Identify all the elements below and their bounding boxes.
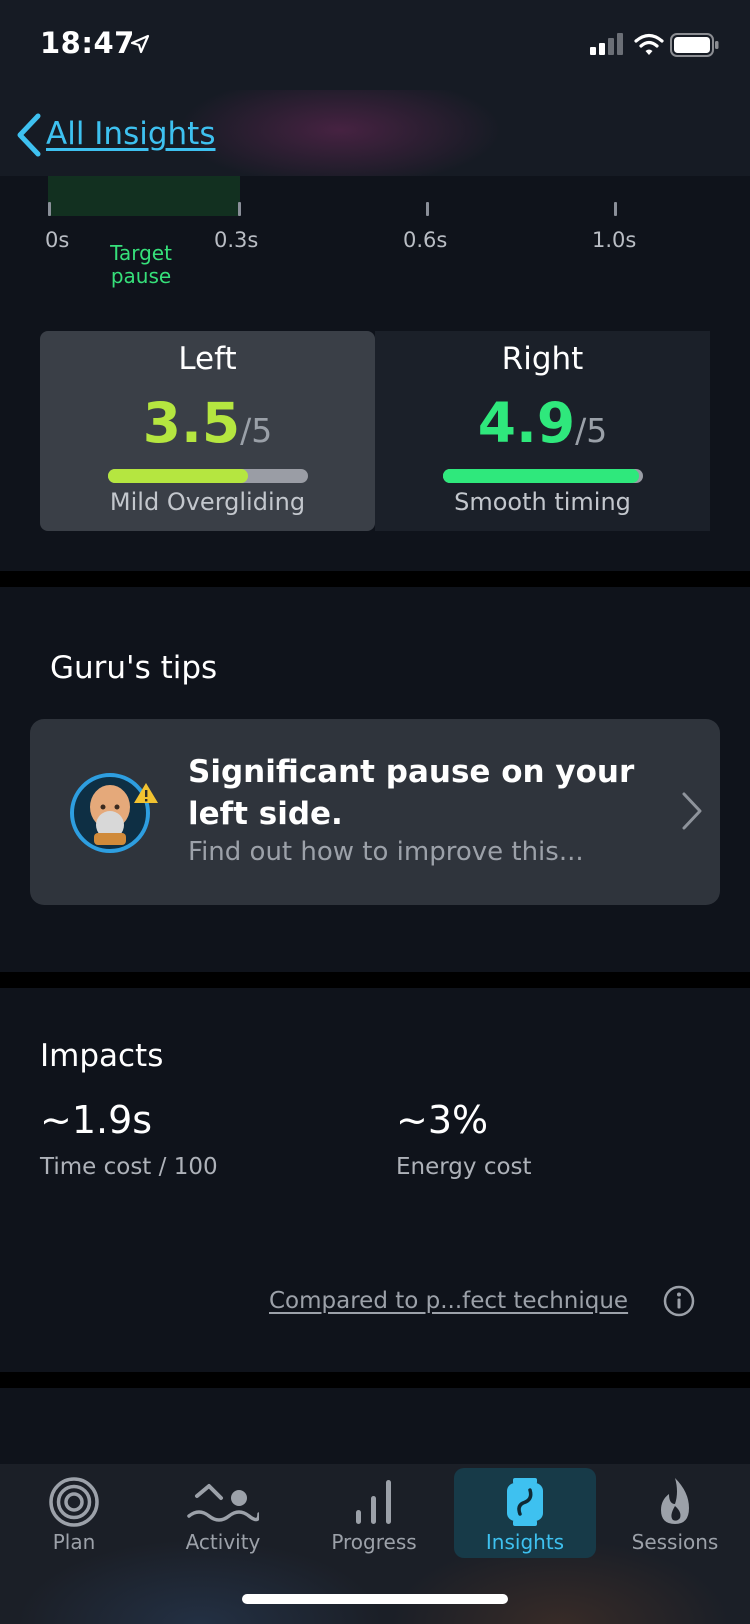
tick-label: 0.6s: [403, 228, 448, 252]
time-cost-label: Time cost / 100: [40, 1154, 218, 1180]
left-score-denominator: /5: [240, 411, 273, 450]
status-time: 18:47: [40, 26, 135, 60]
tick-mark: [238, 202, 241, 216]
section-divider: [0, 1372, 750, 1388]
battery-icon: [670, 33, 719, 57]
right-score-bar-fill: [443, 469, 639, 483]
tick-label: 0s: [45, 228, 70, 252]
compare-link[interactable]: Compared to p...fect technique: [269, 1288, 628, 1314]
info-icon[interactable]: [663, 1285, 695, 1317]
right-score-denominator: /5: [575, 411, 608, 450]
tab-label: Activity: [185, 1530, 261, 1554]
watch-insights-icon: [507, 1478, 543, 1526]
section-divider: [0, 972, 750, 988]
right-card-label: Smooth timing: [454, 488, 631, 516]
nav-bar: All Insights: [0, 90, 750, 176]
tab-activity[interactable]: Activity: [152, 1468, 294, 1558]
energy-cost-label: Energy cost: [396, 1154, 532, 1180]
target-pause-zone: [48, 176, 240, 216]
impacts-section: Impacts ~1.9s Time cost / 100 ~3% Energy…: [0, 988, 750, 1372]
tab-progress[interactable]: Progress: [303, 1468, 445, 1558]
back-button[interactable]: All Insights: [46, 116, 215, 152]
left-score-bar-fill: [108, 469, 248, 483]
left-card-label: Mild Overgliding: [109, 488, 306, 516]
right-card-title: Right: [501, 341, 584, 377]
tip-title: Significant pause on your left side.: [188, 754, 635, 832]
right-score-bar: [443, 469, 643, 483]
guru-avatar-icon: [70, 773, 158, 853]
content-filler: [0, 1388, 750, 1464]
left-card-title: Left: [178, 341, 237, 377]
left-side-card[interactable]: Left 3.5/5 Mild Overgliding: [40, 331, 375, 531]
cellular-signal-icon: [590, 33, 623, 55]
left-score: 3.5/5: [40, 391, 375, 455]
tick-mark: [614, 202, 617, 216]
tips-title: Guru's tips: [50, 650, 218, 686]
chevron-left-icon[interactable]: [14, 112, 42, 158]
tab-label: Insights: [485, 1530, 565, 1554]
tips-section: Guru's tips Significant pause on your le…: [0, 587, 750, 972]
location-arrow-icon: [130, 34, 150, 54]
bar-chart-icon: [356, 1480, 391, 1524]
tab-insights[interactable]: Insights: [454, 1468, 596, 1558]
tick-mark: [426, 202, 429, 216]
tab-label: Progress: [331, 1530, 417, 1554]
status-bar: 18:47: [0, 0, 750, 90]
time-cost-value: ~1.9s: [40, 1098, 153, 1142]
tick-mark: [48, 202, 51, 216]
timing-section: 0s 0.3s 0.6s 1.0s Target pause Left 3.5/…: [0, 176, 750, 571]
right-score: 4.9/5: [375, 391, 710, 455]
tab-plan[interactable]: Plan: [3, 1468, 145, 1558]
tip-card[interactable]: Significant pause on your left side. Fin…: [30, 719, 720, 905]
section-divider: [0, 571, 750, 587]
left-score-bar: [108, 469, 308, 483]
energy-cost-value: ~3%: [396, 1098, 489, 1142]
tab-label: Plan: [52, 1530, 96, 1554]
tick-label: 1.0s: [592, 228, 637, 252]
flame-icon: [661, 1478, 689, 1524]
tab-label: Sessions: [631, 1530, 719, 1554]
right-side-card[interactable]: Right 4.9/5 Smooth timing: [375, 331, 710, 531]
tab-sessions[interactable]: Sessions: [604, 1468, 746, 1558]
wifi-icon: [634, 33, 664, 55]
target-pause-label: Target pause: [110, 241, 172, 288]
swimmer-icon: [187, 1484, 259, 1522]
left-score-value: 3.5: [142, 391, 241, 455]
impacts-title: Impacts: [40, 1038, 164, 1074]
target-rings-icon: [49, 1477, 99, 1527]
right-score-value: 4.9: [477, 391, 576, 455]
home-indicator: [242, 1594, 508, 1604]
tip-subtitle: Find out how to improve this...: [188, 837, 584, 867]
chevron-right-icon: [682, 792, 702, 830]
tick-label: 0.3s: [214, 228, 259, 252]
